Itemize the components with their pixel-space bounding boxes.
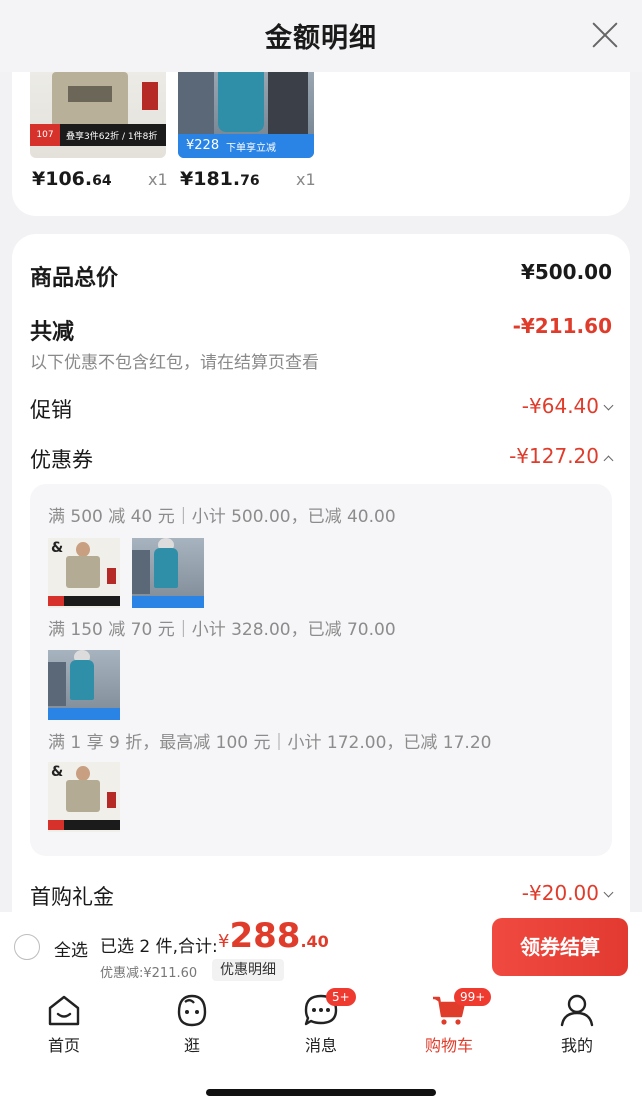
promo-value: -¥64.40 [522, 394, 614, 418]
header: 金额明细 [0, 0, 642, 72]
first-purchase-value: -¥20.00 [522, 881, 614, 905]
select-all-label[interactable]: 全选 [54, 936, 88, 961]
product-image[interactable]: ¥228 下单享立减 [178, 72, 314, 158]
tab-label: 逛 [183, 1036, 200, 1055]
cart-badge: 99+ [454, 988, 492, 1006]
reduce-note: 以下优惠不包含红包，请在结算页查看 [30, 353, 319, 373]
product-price: ¥106.64 [32, 168, 112, 190]
tab-label: 首页 [47, 1036, 80, 1055]
tab-label: 消息 [304, 1036, 337, 1055]
product-qty: x1 [148, 170, 168, 189]
tab-home[interactable]: 首页 [24, 992, 104, 1056]
coupon-line: 满 500 减 40 元｜小计 500.00，已减 40.00 [48, 507, 396, 527]
discount-text: 优惠减:¥211.60 [100, 966, 198, 981]
product-image[interactable]: 107 叠享3件62折 / 1件8折 [30, 72, 166, 158]
total-price-value: ¥500.00 [520, 260, 612, 284]
first-purchase-label: 首购礼金 [30, 885, 114, 909]
tab-messages[interactable]: 5+ 消息 [281, 988, 361, 1056]
home-icon [48, 995, 80, 1026]
product-qty: x1 [296, 170, 316, 189]
price-detail-page: 金额明细 107 叠享3件62折 / 1件8折 ¥106.64 x1 ¥228 下单… [0, 0, 642, 1109]
coupon-product-thumb[interactable]: & [48, 762, 120, 832]
coupon-label: 优惠券 [30, 448, 93, 472]
product-card: 107 叠享3件62折 / 1件8折 ¥106.64 x1 ¥228 下单享立减 ¥… [12, 72, 630, 216]
tab-profile[interactable]: 我的 [537, 992, 617, 1056]
selected-count: 已选 2 件,合计: [100, 937, 218, 957]
tab-cart[interactable]: 99+ 购物车 [409, 988, 492, 1056]
coupon-product-thumb[interactable] [132, 538, 204, 608]
message-badge: 5+ [326, 988, 356, 1006]
promo-label: 促销 [30, 398, 72, 422]
browse-icon [177, 994, 207, 1027]
reduce-label: 共减 [30, 320, 75, 345]
close-icon[interactable] [590, 20, 620, 50]
tab-label: 购物车 [424, 1036, 473, 1055]
coupon-line: 满 1 享 9 折，最高减 100 元｜小计 172.00，已减 17.20 [48, 733, 492, 753]
chevron-down-icon[interactable] [603, 887, 614, 898]
coupon-value: -¥127.20 [509, 444, 614, 468]
coupon-product-thumb[interactable] [48, 650, 120, 720]
total-amount: ¥288.40 [218, 916, 329, 956]
checkout-button[interactable]: 领券结算 [492, 918, 628, 976]
chevron-down-icon[interactable] [603, 400, 614, 411]
coupon-detail-box: 满 500 减 40 元｜小计 500.00，已减 40.00 & 满 150 … [30, 484, 612, 856]
summary-card: 商品总价 ¥500.00 共减 -¥211.60 以下优惠不包含红包，请在结算页… [12, 234, 630, 934]
tab-label: 我的 [560, 1036, 593, 1055]
chevron-up-icon[interactable] [603, 455, 614, 466]
tab-browse[interactable]: 逛 [152, 992, 232, 1056]
product-price: ¥181.76 [180, 168, 260, 190]
total-price-label: 商品总价 [30, 266, 119, 291]
profile-icon [560, 994, 594, 1027]
page-title: 金额明细 [265, 23, 377, 54]
home-indicator [206, 1089, 436, 1096]
discount-detail-button[interactable]: 优惠明细 [212, 959, 284, 981]
coupon-line: 满 150 减 70 元｜小计 328.00，已减 70.00 [48, 620, 396, 640]
checkout-bar: 全选 已选 2 件,合计: ¥288.40 优惠减:¥211.60 优惠明细 领… [0, 912, 642, 984]
coupon-product-thumb[interactable]: & [48, 538, 120, 608]
select-all-radio[interactable] [14, 934, 40, 960]
reduce-value: -¥211.60 [512, 314, 612, 338]
